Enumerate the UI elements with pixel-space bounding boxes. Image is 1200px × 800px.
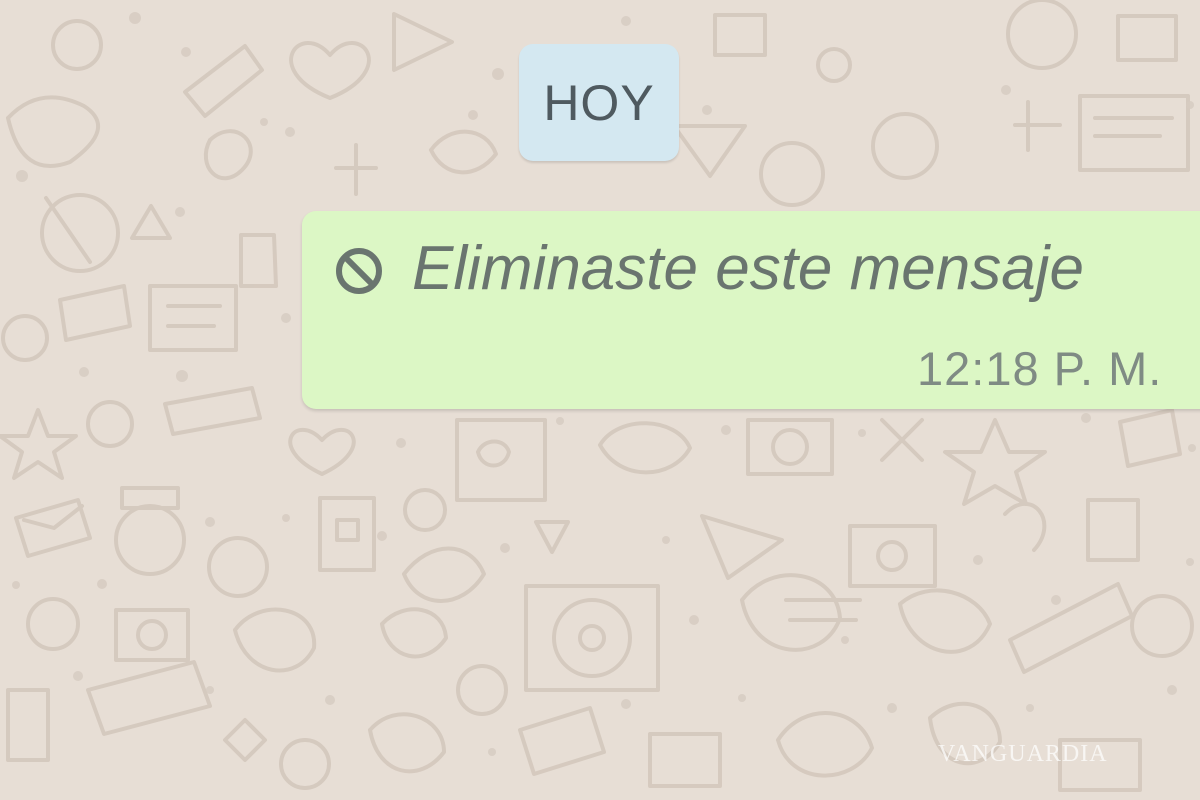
date-separator-label: HOY [543,74,655,131]
ban-icon [336,248,382,294]
outgoing-message-bubble[interactable]: Eliminaste este mensaje 12:18 P. M. [302,211,1200,409]
date-separator: HOY [519,44,679,161]
watermark: VANGUARDIA [938,741,1108,767]
message-timestamp: 12:18 P. M. [917,342,1163,395]
deleted-message-text: Eliminaste este mensaje [412,234,1084,303]
